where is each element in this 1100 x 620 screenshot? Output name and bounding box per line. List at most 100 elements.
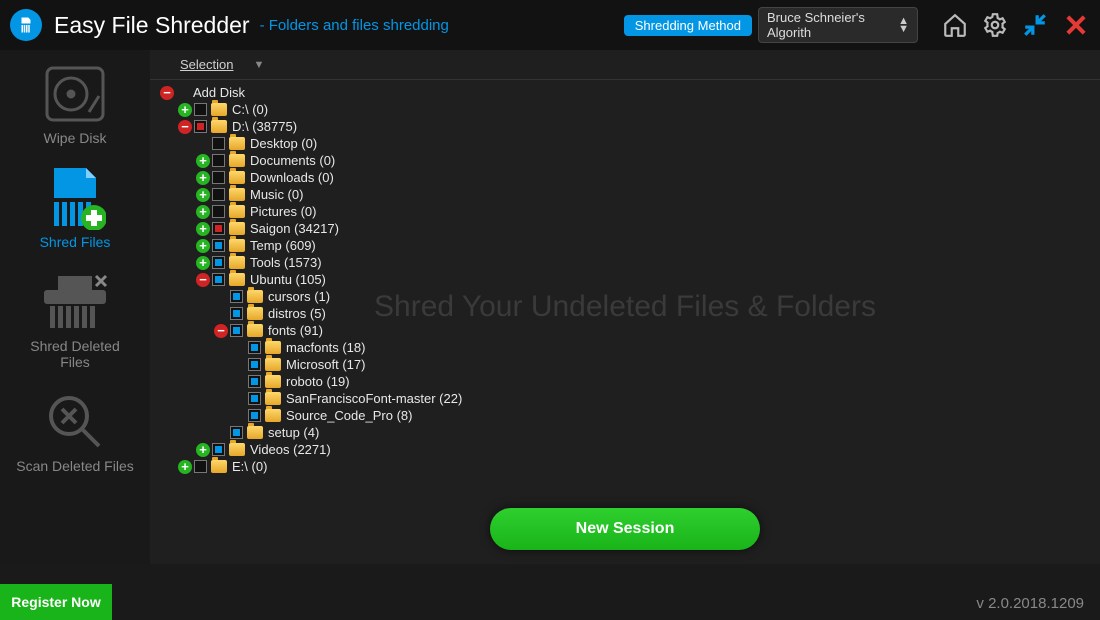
tree-label: E:\ (0) [232,458,267,475]
tree-checkbox[interactable] [212,137,225,150]
folder-icon [229,154,245,167]
folder-icon [211,103,227,116]
tree-row[interactable]: +Saigon (34217) [160,220,1090,237]
tree-row[interactable]: +C:\ (0) [160,101,1090,118]
folder-icon [229,171,245,184]
home-icon[interactable] [942,12,968,38]
tree-checkbox[interactable] [212,443,225,456]
shredding-method-button[interactable]: Shredding Method [624,15,752,36]
tree-label: Temp (609) [250,237,316,254]
tree-checkbox[interactable] [248,409,261,422]
tree-checkbox[interactable] [212,188,225,201]
collapse-icon[interactable]: − [178,120,192,134]
tree-label: macfonts (18) [286,339,365,356]
tree-label: Downloads (0) [250,169,334,186]
tree-row[interactable]: −D:\ (38775) [160,118,1090,135]
register-button[interactable]: Register Now [0,584,112,620]
tree-checkbox[interactable] [230,324,243,337]
folder-icon [247,324,263,337]
expand-icon[interactable]: + [178,460,192,474]
tree-checkbox[interactable] [248,341,261,354]
tree-row[interactable]: − Add Disk [160,84,1090,101]
tree-row[interactable]: +Pictures (0) [160,203,1090,220]
expand-icon[interactable]: + [178,103,192,117]
tree-checkbox[interactable] [212,239,225,252]
expand-spacer [232,341,246,355]
tree-row[interactable]: +Videos (2271) [160,441,1090,458]
tree-label: Add Disk [193,84,245,101]
expand-icon[interactable]: + [196,222,210,236]
tree-checkbox[interactable] [212,222,225,235]
tree-row[interactable]: cursors (1) [160,288,1090,305]
tree-label: distros (5) [268,305,326,322]
tree-label: fonts (91) [268,322,323,339]
tree-checkbox[interactable] [230,426,243,439]
sidebar-item-wipe-disk[interactable]: Wipe Disk [15,64,135,146]
selection-dropdown[interactable]: Selection [180,57,233,72]
tree-label: SanFranciscoFont-master (22) [286,390,462,407]
expand-icon[interactable]: + [196,154,210,168]
tree-row[interactable]: −Ubuntu (105) [160,271,1090,288]
shred-file-icon [40,168,110,228]
expand-spacer [214,290,228,304]
sidebar-item-shred-deleted[interactable]: Shred Deleted Files [15,272,135,370]
folder-icon [211,120,227,133]
expand-icon[interactable]: + [196,188,210,202]
tree-row[interactable]: + Tools (1573) [160,254,1090,271]
tree-label: Microsoft (17) [286,356,365,373]
expand-icon[interactable]: + [196,171,210,185]
close-icon[interactable] [1062,11,1090,39]
expand-spacer [214,426,228,440]
expand-icon[interactable]: + [196,443,210,457]
expand-icon[interactable]: + [196,205,210,219]
tree-row[interactable]: +Music (0) [160,186,1090,203]
collapse-icon[interactable]: − [160,86,174,100]
tree-row[interactable]: − fonts (91) [160,322,1090,339]
tree-row[interactable]: + E:\ (0) [160,458,1090,475]
tree-checkbox[interactable] [212,256,225,269]
gear-icon[interactable] [982,12,1008,38]
tree-row[interactable]: setup (4) [160,424,1090,441]
sort-icon: ▲▼ [898,17,909,33]
expand-icon[interactable]: + [196,256,210,270]
footer: Register Now v 2.0.2018.1209 [0,564,1100,620]
tree-row[interactable]: +Documents (0) [160,152,1090,169]
expand-icon[interactable]: + [196,239,210,253]
tree-row[interactable]: roboto (19) [160,373,1090,390]
tree-checkbox[interactable] [194,460,207,473]
tree-row[interactable]: macfonts (18) [160,339,1090,356]
tree-checkbox[interactable] [212,171,225,184]
collapse-icon[interactable]: − [214,324,228,338]
shredding-method-select[interactable]: Bruce Schneier's Algorith ▲▼ [758,7,918,43]
tree-label: Tools (1573) [250,254,322,271]
tree-checkbox[interactable] [248,392,261,405]
tree-row[interactable]: + Downloads (0) [160,169,1090,186]
folder-icon [265,392,281,405]
tree-checkbox[interactable] [212,273,225,286]
tree-row[interactable]: Source_Code_Pro (8) [160,407,1090,424]
tree-checkbox[interactable] [248,358,261,371]
tree-row[interactable]: + Temp (609) [160,237,1090,254]
tree-checkbox[interactable] [212,205,225,218]
tree-checkbox[interactable] [230,307,243,320]
tree-row[interactable]: SanFranciscoFont-master (22) [160,390,1090,407]
sidebar-item-label: Shred Deleted Files [15,338,135,370]
tree-checkbox[interactable] [212,154,225,167]
tree-row[interactable]: distros (5) [160,305,1090,322]
tree-row[interactable]: Microsoft (17) [160,356,1090,373]
sidebar-item-scan-deleted[interactable]: Scan Deleted Files [15,392,135,474]
tree-row[interactable]: Desktop (0) [160,135,1090,152]
new-session-button[interactable]: New Session [490,508,760,550]
tree-checkbox[interactable] [194,103,207,116]
file-tree[interactable]: − Add Disk+C:\ (0)−D:\ (38775)Desktop (0)… [150,80,1100,479]
tree-checkbox[interactable] [248,375,261,388]
tree-checkbox[interactable] [194,120,207,133]
chevron-down-icon[interactable]: ▼ [253,59,264,71]
folder-icon [229,188,245,201]
shredding-method-value: Bruce Schneier's Algorith [767,10,898,40]
expand-spacer [196,137,210,151]
sidebar-item-shred-files[interactable]: Shred Files [15,168,135,250]
minimize-icon[interactable] [1022,12,1048,38]
collapse-icon[interactable]: − [196,273,210,287]
tree-checkbox[interactable] [230,290,243,303]
